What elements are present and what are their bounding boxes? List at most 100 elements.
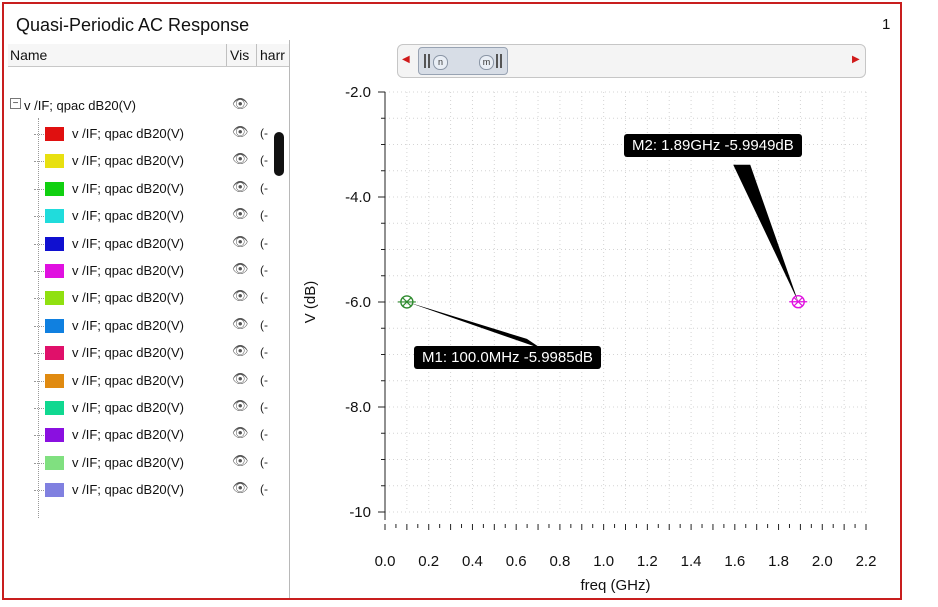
column-name[interactable]: Name (10, 47, 47, 63)
eye-icon[interactable]: 👁 (232, 316, 249, 332)
marker-m1-label[interactable]: M1: 100.0MHz -5.9985dB (414, 346, 601, 369)
column-separator[interactable] (226, 44, 227, 66)
tree-connector (34, 271, 44, 273)
column-vis[interactable]: Vis (230, 47, 249, 63)
trace-label: v /IF; qpac dB20(V) (72, 263, 184, 278)
eye-icon[interactable]: 👁 (232, 425, 249, 441)
trace-label: v /IF; qpac dB20(V) (72, 454, 184, 470)
eye-icon[interactable]: 👁 (232, 371, 249, 387)
grip-icon (500, 54, 502, 68)
x-tick-label: 2.0 (812, 553, 833, 570)
trace-row[interactable]: v /IF; qpac dB20(V) 👁 (- (8, 124, 289, 144)
trace-row[interactable]: v /IF; qpac dB20(V) 👁 (- (8, 480, 289, 500)
trace-label: v /IF; qpac dB20(V) (72, 180, 184, 196)
harmonic-cell: (- (260, 400, 268, 414)
trace-color-swatch (45, 264, 64, 278)
trace-color-swatch (45, 318, 64, 333)
slider-range-handle[interactable]: n m (418, 47, 508, 75)
plot-area[interactable]: -2.0 -4.0 -6.0 -8.0 -10 0.0 0.2 0.4 0.6 0.8 1.0 1.2… (289, 80, 889, 600)
y-tick-label: -8.0 (345, 399, 371, 416)
eye-icon[interactable]: 👁 (232, 288, 249, 304)
trace-label: v /IF; qpac dB20(V) (72, 427, 184, 443)
zoom-range-slider[interactable]: ◀ n m ▶ (397, 44, 866, 78)
eye-icon[interactable]: 👁 (232, 96, 249, 112)
x-tick-label: 1.0 (593, 553, 614, 570)
harmonic-cell: (- (260, 263, 268, 277)
trace-row[interactable]: v /IF; qpac dB20(V) 👁 (- (8, 179, 289, 199)
trace-row[interactable]: v /IF; qpac dB20(V) 👁 (- (8, 371, 289, 391)
harmonic-cell: (- (260, 372, 268, 387)
trace-row[interactable]: v /IF; qpac dB20(V) 👁 (- (8, 398, 289, 418)
scroll-left-arrow-icon[interactable]: ◀ (402, 54, 410, 65)
slider-left-knob[interactable]: n (433, 55, 448, 70)
slider-right-knob[interactable]: m (479, 55, 494, 70)
y-axis-label: V (dB) (302, 281, 319, 324)
x-tick-label: 1.4 (681, 553, 702, 570)
eye-icon[interactable]: 👁 (232, 151, 249, 167)
eye-icon[interactable]: 👁 (232, 234, 249, 250)
trace-label: v /IF; qpac dB20(V) (72, 235, 184, 251)
x-tick-label: 0.6 (506, 553, 527, 570)
tree-column-header: Name Vis harr (8, 44, 289, 67)
trace-color-swatch (45, 455, 64, 470)
y-tick-label: -2.0 (345, 84, 371, 101)
trace-row[interactable]: v /IF; qpac dB20(V) 👁 (- (8, 234, 289, 254)
trace-row[interactable]: v /IF; qpac dB20(V) 👁 (- (8, 425, 289, 445)
column-separator[interactable] (256, 44, 257, 66)
tree-connector (34, 325, 44, 328)
y-tick-label: -10 (349, 504, 371, 521)
trace-row[interactable]: v /IF; qpac dB20(V) 👁 (- (8, 206, 289, 226)
harmonic-cell: (- (260, 317, 268, 332)
trace-row[interactable]: v /IF; qpac dB20(V) 👁 (- (8, 316, 289, 336)
trace-color-swatch (45, 401, 64, 415)
harmonic-cell: (- (260, 208, 268, 223)
trace-color-swatch (45, 428, 64, 443)
collapse-icon[interactable]: − (10, 98, 21, 109)
x-tick-label: 1.6 (724, 553, 745, 570)
scrollbar-thumb[interactable] (274, 132, 284, 176)
trace-row[interactable]: v /IF; qpac dB20(V) 👁 (- (8, 343, 289, 363)
tree-connector (34, 134, 44, 136)
x-axis-label: freq (GHz) (580, 577, 650, 594)
eye-icon[interactable]: 👁 (232, 206, 249, 222)
grip-icon (428, 54, 430, 68)
eye-icon[interactable]: 👁 (232, 179, 249, 195)
trace-color-swatch (45, 346, 64, 361)
harmonic-cell: (- (260, 482, 268, 497)
trace-color-swatch (45, 483, 64, 498)
trace-row[interactable]: v /IF; qpac dB20(V) 👁 (- (8, 453, 289, 473)
grip-icon (424, 54, 426, 68)
trace-label: v /IF; qpac dB20(V) (72, 153, 184, 169)
trace-label: v /IF; qpac dB20(V) (72, 290, 184, 306)
trace-label: v /IF; qpac dB20(V) (72, 317, 184, 333)
eye-icon[interactable]: 👁 (232, 453, 249, 469)
trace-color-swatch (45, 236, 64, 251)
tree-connector (34, 380, 44, 383)
x-tick-label: 0.8 (549, 553, 570, 570)
eye-icon[interactable]: 👁 (232, 398, 249, 414)
trace-row[interactable]: v /IF; qpac dB20(V) 👁 (- (8, 261, 289, 281)
tree-connector (34, 243, 44, 246)
column-harmonic[interactable]: harr (260, 47, 285, 63)
harmonic-cell: (- (260, 235, 268, 250)
trace-row[interactable]: v /IF; qpac dB20(V) 👁 (- (8, 151, 289, 171)
scroll-right-arrow-icon[interactable]: ▶ (852, 54, 860, 65)
eye-icon[interactable]: 👁 (232, 124, 249, 140)
eye-icon[interactable]: 👁 (232, 343, 249, 359)
window-title: Quasi-Periodic AC Response (16, 15, 250, 35)
tree-connector (34, 435, 44, 437)
x-tick-label: 0.0 (375, 553, 396, 570)
tree-connector (34, 462, 44, 465)
eye-icon[interactable]: 👁 (232, 261, 249, 277)
tree-parent-row[interactable]: − v /IF; qpac dB20(V) 👁 (8, 96, 289, 116)
trace-color-swatch (45, 127, 64, 141)
trace-label: v /IF; qpac dB20(V) (72, 208, 184, 224)
trace-row[interactable]: v /IF; qpac dB20(V) 👁 (- (8, 288, 289, 308)
eye-icon[interactable]: 👁 (232, 480, 249, 496)
y-tick-label: -4.0 (345, 189, 371, 206)
harmonic-cell: (- (260, 290, 268, 305)
parent-label: v /IF; qpac dB20(V) (24, 98, 136, 113)
harmonic-cell: (- (260, 427, 268, 442)
marker-m2-label[interactable]: M2: 1.89GHz -5.9949dB (624, 134, 802, 157)
x-tick-label: 0.2 (418, 553, 439, 570)
